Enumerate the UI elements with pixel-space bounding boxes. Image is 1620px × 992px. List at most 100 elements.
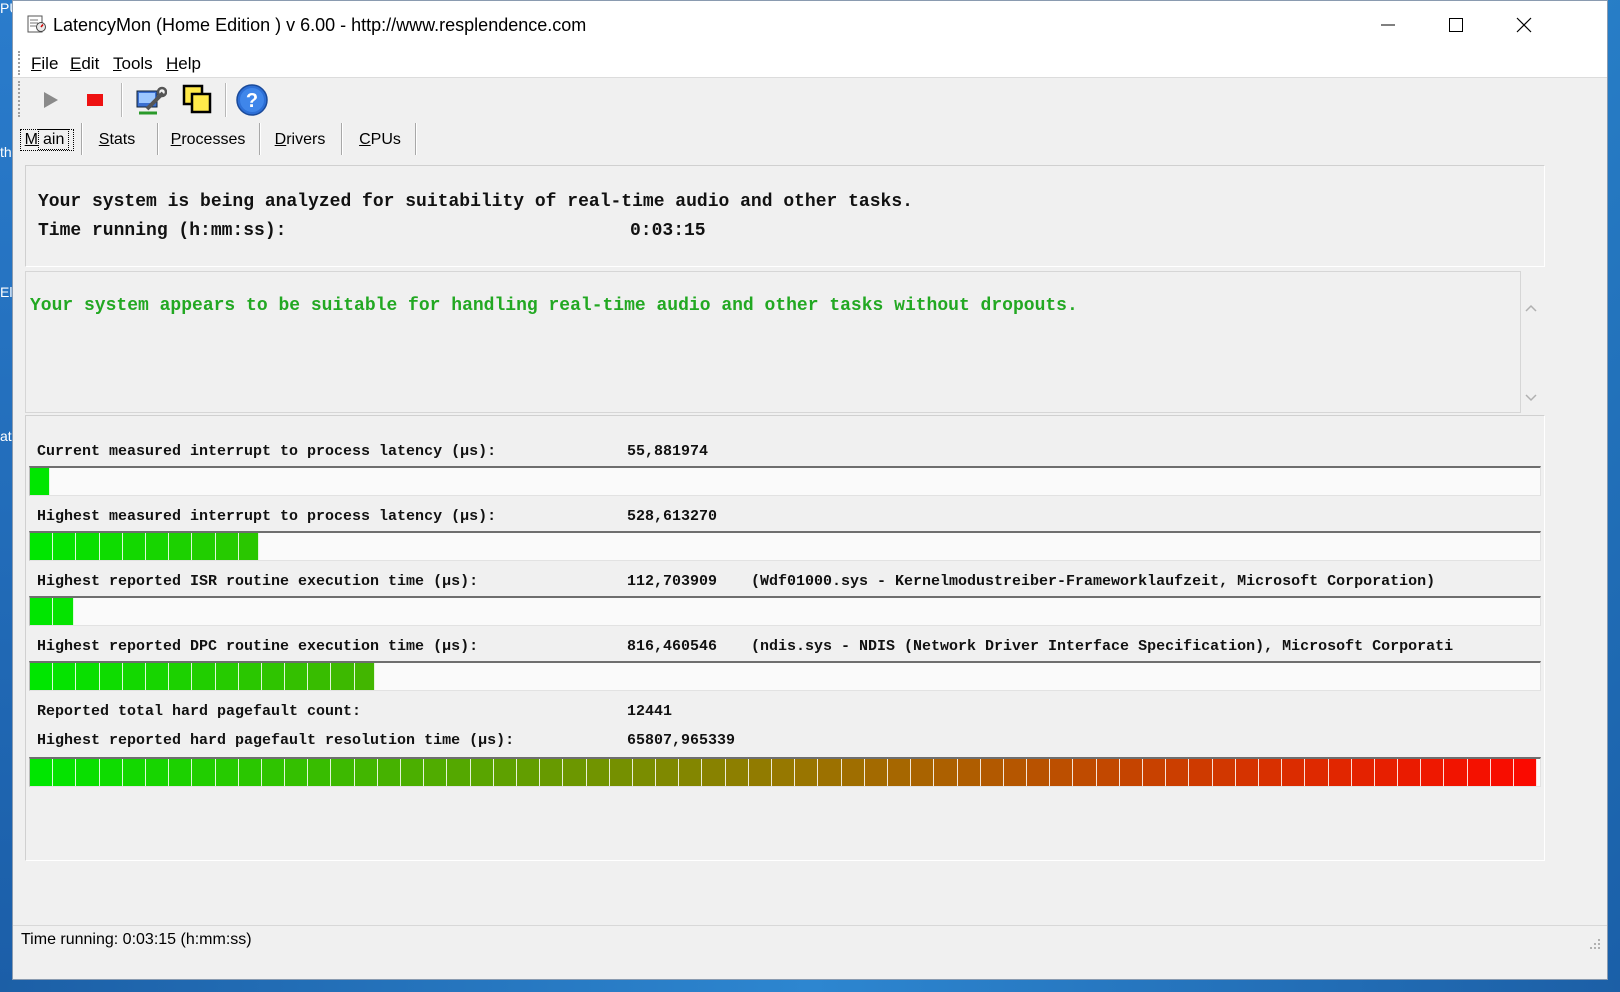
bar-segment [53,759,77,786]
current-latency-value: 55,881974 [627,443,709,460]
bar-segment [169,533,193,560]
scroll-up-icon [1525,304,1537,312]
bar-segment [1212,759,1236,786]
tab-cpus[interactable]: CPUs [345,125,415,155]
verdict-text: Your system appears to be suitable for h… [30,296,1078,316]
bar-segment [30,533,54,560]
bar-segment [887,759,912,786]
bar-segment [1398,759,1422,786]
bar-segment [331,663,355,690]
bar-segment [238,533,260,560]
close-button[interactable] [1489,1,1559,49]
menu-file[interactable]: File [31,54,58,74]
windows-button[interactable] [179,81,217,119]
highest-latency-bar [29,531,1541,561]
maximize-button[interactable] [1421,1,1491,49]
bar-segment [1305,759,1329,786]
tab-separator [415,123,417,155]
tools-button[interactable] [131,81,169,119]
tab-drivers[interactable]: Drivers [263,125,337,155]
bar-segment [980,759,1004,786]
highest-latency-label: Highest measured interrupt to process la… [37,508,497,525]
bar-segment [957,759,981,786]
bar-segment [841,759,865,786]
minimize-button[interactable] [1353,1,1423,49]
bar-segment [772,759,796,786]
bar-segment [563,759,587,786]
help-button[interactable]: ? [233,81,271,119]
tab-processes[interactable]: Processes [161,125,255,155]
title-bar[interactable]: LatencyMon (Home Edition ) v 6.00 - http… [13,1,1607,49]
desktop-fragment: El [0,284,13,300]
app-icon [27,15,46,33]
start-button[interactable] [31,81,69,119]
windows-icon [182,84,212,114]
bar-segment [1235,759,1259,786]
bar-segment [864,759,888,786]
bar-segment [1258,759,1283,786]
bar-segment [215,533,239,560]
bar-segment [99,759,123,786]
bar-segment [632,759,657,786]
bar-segment [99,533,123,560]
help-icon: ? [236,84,268,116]
menu-edit[interactable]: Edit [70,54,99,74]
tab-separator [157,123,159,155]
bar-segment [122,663,146,690]
minimize-icon [1381,24,1395,26]
dpc-time-label: Highest reported DPC routine execution t… [37,638,479,655]
dpc-time-bar [29,661,1541,691]
close-icon [1516,17,1532,33]
toolbar-grip[interactable] [18,81,23,117]
isr-time-bar [29,596,1541,626]
bar-segment [145,533,170,560]
bar-segment [934,759,958,786]
bar-segment [53,533,77,560]
stop-button[interactable] [76,81,114,119]
verdict-scrollbar[interactable] [1521,291,1541,411]
bar-segment [911,759,935,786]
bar-segment [30,759,54,786]
dpc-time-bar-fill [30,663,376,690]
bar-segment [377,759,401,786]
bar-segment [818,759,842,786]
pagefault-time-bar-fill [30,759,1538,786]
svg-text:?: ? [246,90,258,112]
bar-segment [401,759,425,786]
analysis-status-panel: Your system is being analyzed for suitab… [25,165,1545,267]
verdict-textbox[interactable]: Your system appears to be suitable for h… [25,271,1521,413]
desktop-taskbar-edge [0,980,1620,992]
scroll-down-icon [1525,394,1537,402]
tab-main[interactable]: Main [19,125,75,155]
toolbar-separator [225,83,227,117]
bar-segment [30,598,54,625]
resize-grip-icon[interactable] [1587,936,1601,950]
tab-stats[interactable]: Stats [85,125,149,155]
dpc-time-value: 816,460546 [627,638,718,655]
highest-latency-bar-fill [30,533,260,560]
tab-separator [81,123,83,155]
bar-segment [1189,759,1213,786]
status-bar: Time running: 0:03:15 (h:mm:ss) [13,925,1607,954]
bar-segment [656,759,680,786]
bar-segment [53,663,77,690]
highest-latency-value: 528,613270 [627,508,718,525]
bar-segment [215,759,239,786]
bar-segment [1050,759,1074,786]
menu-tools[interactable]: Tools [113,54,153,74]
time-running-label: Time running (h:mm:ss): [38,221,287,241]
tab-separator [341,123,343,155]
menu-grip[interactable] [18,51,23,75]
desktop-fragment: th [0,144,12,160]
bar-segment [1421,759,1445,786]
bar-segment [586,759,610,786]
bar-segment [215,663,239,690]
pagefault-time-value: 65807,965339 [627,732,736,749]
pagefault-time-label: Highest reported hard pagefault resoluti… [37,732,515,749]
bar-segment [192,533,216,560]
time-running-value: 0:03:15 [630,221,706,241]
bar-segment [470,759,494,786]
bar-segment [169,663,193,690]
menu-help[interactable]: Help [166,54,201,74]
bar-segment [354,663,376,690]
